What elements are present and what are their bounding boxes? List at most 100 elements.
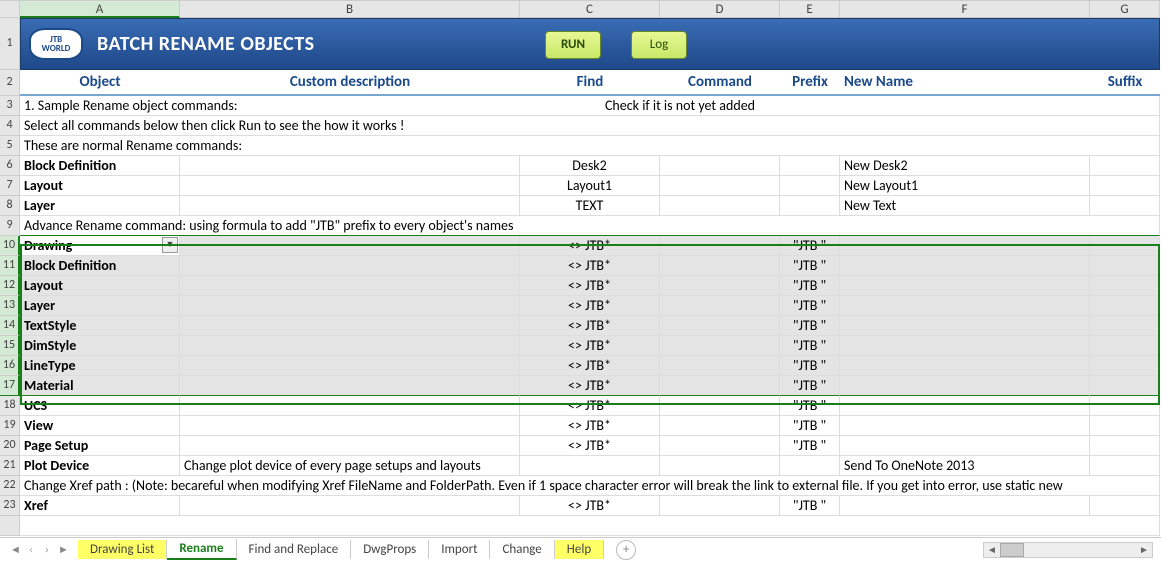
cell-F14[interactable]	[840, 316, 1090, 336]
cell-D14[interactable]	[660, 316, 780, 336]
cell-D12[interactable]	[660, 276, 780, 296]
cell-A21[interactable]: Plot Device	[20, 456, 180, 476]
row-header-20[interactable]: 20	[0, 436, 20, 456]
cell-C11[interactable]: <> JTB*	[520, 256, 660, 276]
cell-B21[interactable]: Change plot device of every page setups …	[180, 456, 520, 476]
tab-nav-first-icon[interactable]: ◄	[10, 543, 20, 556]
cell-C19[interactable]: <> JTB*	[520, 416, 660, 436]
row-header-8[interactable]: 8	[0, 196, 20, 216]
cell-F17[interactable]	[840, 376, 1090, 396]
cell-C23[interactable]: <> JTB*	[520, 496, 660, 516]
cell-B8[interactable]	[180, 196, 520, 216]
run-button[interactable]: RUN	[545, 31, 601, 59]
cell-G7[interactable]	[1090, 176, 1160, 196]
cell-C10[interactable]: <> JTB*	[520, 236, 660, 256]
new-sheet-icon[interactable]: +	[616, 540, 636, 560]
row-header-18[interactable]: 18	[0, 396, 20, 416]
cell-B20[interactable]	[180, 436, 520, 456]
tab-dwgprops[interactable]: DwgProps	[351, 540, 429, 559]
cell-F18[interactable]	[840, 396, 1090, 416]
cell-D16[interactable]	[660, 356, 780, 376]
cell-F16[interactable]	[840, 356, 1090, 376]
cell-D15[interactable]	[660, 336, 780, 356]
row-header-3[interactable]: 3	[0, 96, 20, 116]
col-header-A[interactable]: A	[20, 0, 180, 18]
row-header-16[interactable]: 16	[0, 356, 20, 376]
row-header-4[interactable]: 4	[0, 116, 20, 136]
cell-G6[interactable]	[1090, 156, 1160, 176]
tab-nav-last-icon[interactable]: ►	[58, 543, 68, 556]
cell-B17[interactable]	[180, 376, 520, 396]
row-header-10[interactable]: 10	[0, 236, 20, 256]
row-header-1[interactable]: 1	[0, 18, 20, 70]
cell-G10[interactable]	[1090, 236, 1160, 256]
cell-E14[interactable]: "JTB "	[780, 316, 840, 336]
cell-E6[interactable]	[780, 156, 840, 176]
cell-C18[interactable]: <> JTB*	[520, 396, 660, 416]
cell-blank-3[interactable]	[840, 96, 1160, 116]
cell-B7[interactable]	[180, 176, 520, 196]
cell-G14[interactable]	[1090, 316, 1160, 336]
cell-G15[interactable]	[1090, 336, 1160, 356]
cell-D13[interactable]	[660, 296, 780, 316]
row-header-7[interactable]: 7	[0, 176, 20, 196]
cell-B23[interactable]	[180, 496, 520, 516]
cell-G19[interactable]	[1090, 416, 1160, 436]
cell-E8[interactable]	[780, 196, 840, 216]
cell-B12[interactable]	[180, 276, 520, 296]
cell-C7[interactable]: Layout1	[520, 176, 660, 196]
cell-E21[interactable]	[780, 456, 840, 476]
cell-C14[interactable]: <> JTB*	[520, 316, 660, 336]
cell-G8[interactable]	[1090, 196, 1160, 216]
cell-A20[interactable]: Page Setup	[20, 436, 180, 456]
cell-A22[interactable]: Change Xref path : (Note: becareful when…	[20, 476, 1160, 496]
tab-rename[interactable]: Rename	[167, 539, 236, 560]
cell-F10[interactable]	[840, 236, 1090, 256]
cell-D6[interactable]	[660, 156, 780, 176]
cell-blank-24[interactable]	[20, 516, 1160, 536]
cell-F19[interactable]	[840, 416, 1090, 436]
row-header-14[interactable]: 14	[0, 316, 20, 336]
cell-D11[interactable]	[660, 256, 780, 276]
cell-D17[interactable]	[660, 376, 780, 396]
cell-E13[interactable]: "JTB "	[780, 296, 840, 316]
cell-B11[interactable]	[180, 256, 520, 276]
cell-G11[interactable]	[1090, 256, 1160, 276]
cell-F13[interactable]	[840, 296, 1090, 316]
tab-help[interactable]: Help	[555, 540, 604, 559]
cell-B10[interactable]	[180, 236, 520, 256]
row-header-6[interactable]: 6	[0, 156, 20, 176]
tab-find-replace[interactable]: Find and Replace	[237, 540, 352, 559]
cell-D23[interactable]	[660, 496, 780, 516]
row-header-23[interactable]: 23	[0, 496, 20, 516]
col-header-B[interactable]: B	[180, 0, 520, 18]
cell-C20[interactable]: <> JTB*	[520, 436, 660, 456]
row-header-13[interactable]: 13	[0, 296, 20, 316]
cell-G21[interactable]	[1090, 456, 1160, 476]
cell-B19[interactable]	[180, 416, 520, 436]
cell-A15[interactable]: DimStyle	[20, 336, 180, 356]
row-header-21[interactable]: 21	[0, 456, 20, 476]
cell-B6[interactable]	[180, 156, 520, 176]
row-header-17[interactable]: 17	[0, 376, 20, 396]
cell-F8[interactable]: New Text	[840, 196, 1090, 216]
cell-G20[interactable]	[1090, 436, 1160, 456]
row-header-9[interactable]: 9	[0, 216, 20, 236]
horizontal-scrollbar[interactable]: ◄ ►	[983, 542, 1153, 558]
cell-A9[interactable]: Advance Rename command: using formula to…	[20, 216, 1160, 236]
cell-B13[interactable]	[180, 296, 520, 316]
cell-C12[interactable]: <> JTB*	[520, 276, 660, 296]
col-header-F[interactable]: F	[840, 0, 1090, 18]
cell-F11[interactable]	[840, 256, 1090, 276]
col-header-C[interactable]: C	[520, 0, 660, 18]
cell-E18[interactable]: "JTB "	[780, 396, 840, 416]
cell-B16[interactable]	[180, 356, 520, 376]
cell-A6[interactable]: Block Definition	[20, 156, 180, 176]
cell-A8[interactable]: Layer	[20, 196, 180, 216]
cell-E19[interactable]: "JTB "	[780, 416, 840, 436]
select-all-corner[interactable]	[0, 0, 20, 18]
col-header-G[interactable]: G	[1090, 0, 1160, 18]
cell-D10[interactable]	[660, 236, 780, 256]
cell-A3[interactable]: 1. Sample Rename object commands:	[20, 96, 520, 116]
cell-G13[interactable]	[1090, 296, 1160, 316]
